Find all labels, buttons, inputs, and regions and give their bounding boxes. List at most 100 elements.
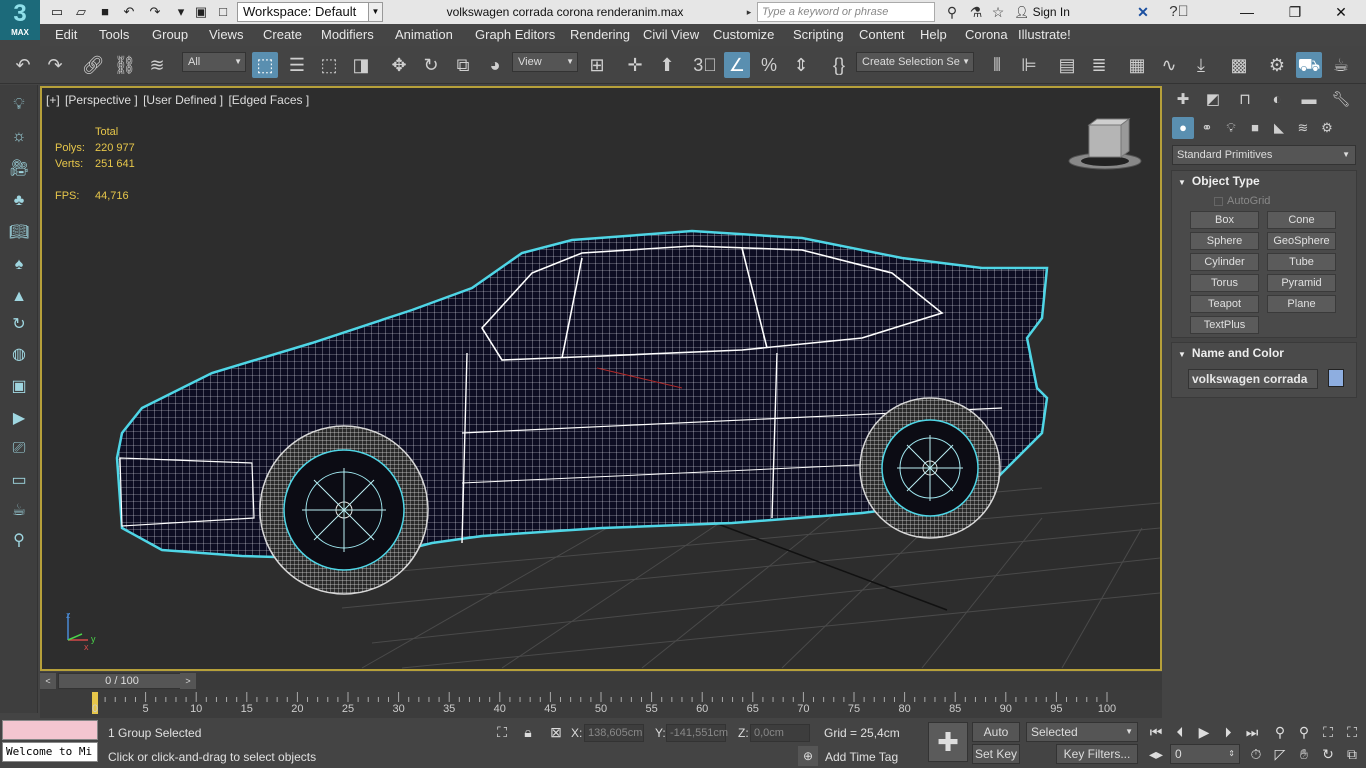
y-coordinate-field[interactable]: -141,551cm [666,724,728,742]
rendered-frame-window-icon[interactable]: ⛟ [1296,52,1322,78]
help-icon[interactable]: ?⃝ [1168,3,1190,21]
viewport-shading-menu[interactable]: [User Defined ] [143,93,223,107]
absolute-mode-icon[interactable]: ⊠ [546,722,566,742]
display-tab-icon[interactable]: ▬ [1296,88,1322,112]
project-folder-icon[interactable]: ▣ [192,3,210,21]
keyboard-shortcut-icon[interactable]: ⬆ [654,52,680,78]
menu-views[interactable]: Views [209,24,243,46]
auto-key-button[interactable]: Auto Key [972,722,1020,757]
teapot-icon[interactable]: ☕︎ [7,499,31,523]
key-mode-dropdown[interactable]: Selected ▼ [1026,722,1138,742]
systems-icon[interactable]: ⚙ [1316,117,1338,139]
redo-icon[interactable]: ↷ [146,3,164,21]
box-button[interactable]: Box [1190,211,1259,229]
play-icon[interactable]: ▶ [1194,722,1214,742]
menu-corona[interactable]: Corona [965,24,1008,46]
move-icon[interactable]: ✥ [386,52,412,78]
play-panel-icon[interactable]: ▶ [7,407,31,431]
workspace-dropdown[interactable]: Workspace: Default ▼ [237,2,383,22]
percent-snap-icon[interactable]: % [756,52,782,78]
z-coordinate-field[interactable]: 0,0cm [750,724,810,742]
scene-explorer-icon[interactable]: ▤ [1054,52,1080,78]
teapot-button[interactable]: Teapot [1190,295,1259,313]
lock-selection-icon[interactable]: 🔒︎ [518,722,538,742]
tree-icon[interactable]: ♠ [7,253,31,277]
reference-coordinate-dropdown[interactable]: View ▼ [512,52,578,72]
layer-explorer-icon[interactable]: ≣ [1086,52,1112,78]
select-by-name-icon[interactable]: ☰ [284,52,310,78]
menu-edit[interactable]: Edit [55,24,77,46]
menu-illustrate[interactable]: Illustrate! [1018,24,1071,46]
add-time-tag[interactable]: Add Time Tag [825,750,898,764]
menu-help[interactable]: Help [920,24,947,46]
align-icon[interactable]: ⊫ [1016,52,1042,78]
sign-in-button[interactable]: 👤︎ Sign In [1014,3,1070,21]
set-keys-icon[interactable]: ✚ [928,722,968,762]
snaps-toggle-icon[interactable]: 3⃣ [692,52,718,78]
render-setup-icon[interactable]: ⚙ [1264,52,1290,78]
undo-icon[interactable]: ↶ [10,52,36,78]
search-input[interactable]: Type a keyword or phrase [757,2,935,22]
previous-frame-icon[interactable]: ⏴ [1170,722,1190,742]
maxscript-listener-mini[interactable] [2,720,98,740]
video-camera-icon[interactable]: ⎚ [7,437,31,461]
angle-snap-icon[interactable]: ∠ [724,52,750,78]
app-logo[interactable]: 3 MAX [0,0,40,40]
restore-icon[interactable]: ❐ [1272,0,1318,24]
object-type-header[interactable]: ▼ Object Type [1172,171,1356,191]
sphere-button[interactable]: Sphere [1190,232,1259,250]
primitive-category-dropdown[interactable]: Standard Primitives ▼ [1172,145,1356,165]
next-frame-arrow-icon[interactable]: > [180,673,196,689]
binoculars-icon[interactable]: ⚲ [942,3,962,21]
create-tab-plus-icon[interactable]: ✚ [1170,88,1196,112]
menu-scripting[interactable]: Scripting [793,24,844,46]
zoom-icon[interactable]: ⚲ [1270,722,1290,742]
cameras-icon[interactable]: ■ [1244,117,1266,139]
named-selection-sets-dropdown[interactable]: Create Selection Se ▼ [856,52,974,72]
key-mode-toggle-icon[interactable]: ◂▸ [1146,744,1166,764]
viewport-label[interactable]: [+] [Perspective ] [User Defined ] [Edge… [46,93,311,107]
undo-icon[interactable]: ↶ [120,3,138,21]
light-bulb-icon[interactable]: 💡︎ [7,93,31,117]
viewport-plus-menu[interactable]: [+] [46,93,60,107]
panel-icon[interactable]: ▭ [7,469,31,493]
x-coordinate-field[interactable]: 138,605cm [584,724,644,742]
subscription-icon[interactable]: ⚗ [966,3,986,21]
field-of-view-icon[interactable]: ◸ [1270,744,1290,764]
tube-button[interactable]: Tube [1267,253,1336,271]
zoom-extents-all-icon[interactable]: ⛶ [1342,722,1362,742]
edit-named-selection-icon[interactable]: {} [826,52,852,78]
modify-tab-icon[interactable]: ◩ [1200,88,1226,112]
object-color-swatch[interactable] [1328,369,1344,387]
pivot-center-icon[interactable]: ⊞ [584,52,610,78]
go-to-start-icon[interactable]: ⏮ [1146,722,1166,742]
utilities-tab-icon[interactable]: 🔧︎ [1328,88,1354,112]
plane-button[interactable]: Plane [1267,295,1336,313]
sphere-icon[interactable]: ◍ [7,343,31,367]
menu-modifiers[interactable]: Modifiers [321,24,374,46]
orbit-icon[interactable]: ↻ [1318,744,1338,764]
torus-button[interactable]: Torus [1190,274,1259,292]
autogrid-checkbox[interactable]: AutoGrid [1214,195,1270,207]
menu-group[interactable]: Group [152,24,188,46]
unlink-icon[interactable]: ⛓ [112,52,138,78]
minimize-icon[interactable]: — [1224,0,1270,24]
hierarchy-tab-icon[interactable]: ⊓ [1232,88,1258,112]
geometry-icon[interactable]: ● [1172,117,1194,139]
perspective-viewport[interactable]: [+] [Perspective ] [User Defined ] [Edge… [40,86,1162,671]
render-production-icon[interactable]: ☕︎ [1328,52,1354,78]
menu-create[interactable]: Create [263,24,302,46]
maximize-viewport-icon[interactable]: ⧉ [1342,744,1362,764]
select-object-icon[interactable]: ⬚ [252,52,278,78]
ribbon-toggle-icon[interactable]: ▦ [1124,52,1150,78]
viewport-edged-faces-menu[interactable]: [Edged Faces ] [228,93,309,107]
set-key-button[interactable]: Set Key [972,744,1020,764]
refresh-icon[interactable]: ↻ [7,313,31,337]
key-filters-button[interactable]: Key Filters... [1056,744,1138,764]
place-icon[interactable]: ◕ [482,52,508,78]
menu-customize[interactable]: Customize [713,24,774,46]
shapes-icon[interactable]: ⚭ [1196,117,1218,139]
pyramid-button[interactable]: Pyramid [1267,274,1336,292]
window-icon[interactable]: □ [214,3,232,21]
zoom-extents-icon[interactable]: ⛶ [1318,722,1338,742]
